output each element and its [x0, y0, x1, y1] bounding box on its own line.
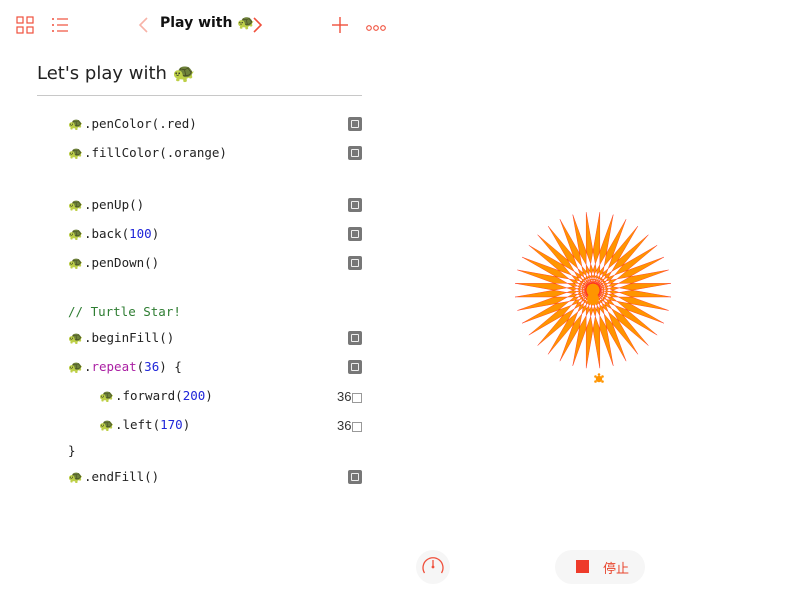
code-line-pencolor[interactable]: 🐢.penColor(.red): [68, 114, 197, 134]
stop-label: 停止: [603, 562, 630, 577]
speedometer-icon: [422, 557, 444, 574]
inline-result-button[interactable]: [348, 146, 362, 160]
code-text: .penDown(): [83, 255, 160, 270]
code-comment[interactable]: // Turtle Star!: [68, 302, 181, 322]
execution-count-value: 36: [337, 418, 352, 433]
code-line-repeat[interactable]: 🐢.repeat(36) {: [68, 357, 182, 377]
list-icon: [352, 392, 363, 403]
code-line-forward[interactable]: 🐢.forward(200): [99, 386, 213, 406]
live-view-canvas: [400, 100, 800, 520]
code-line-penup[interactable]: 🐢.penUp(): [68, 195, 144, 215]
stop-button[interactable]: 停止: [555, 550, 645, 584]
code-text: .forward(: [114, 388, 183, 403]
code-text: ): [182, 417, 191, 432]
code-text: .left(: [114, 417, 161, 432]
code-text: .beginFill(): [83, 330, 175, 345]
code-line-close-brace[interactable]: }: [68, 441, 76, 461]
inline-result-button[interactable]: [348, 360, 362, 374]
inline-result-button[interactable]: [348, 117, 362, 131]
turtle-icon: 🐢: [68, 146, 83, 160]
code-keyword: repeat: [91, 359, 137, 374]
inline-result-button[interactable]: [348, 331, 362, 345]
speed-button[interactable]: [416, 550, 450, 584]
turtle-icon: 🐢: [68, 331, 83, 345]
list-icon: [352, 421, 363, 432]
code-number: 200: [182, 388, 206, 403]
turtle-icon: 🐢: [68, 198, 83, 212]
turtle-icon: 🐢: [99, 389, 114, 403]
turtle-sprite-icon: [594, 373, 604, 383]
code-line-endfill[interactable]: 🐢.endFill(): [68, 467, 159, 487]
code-line-left[interactable]: 🐢.left(170): [99, 415, 190, 435]
code-text: .penUp(): [83, 197, 145, 212]
code-line-beginfill[interactable]: 🐢.beginFill(): [68, 328, 174, 348]
stop-icon: [576, 560, 589, 573]
turtle-icon: 🐢: [68, 360, 83, 374]
code-text: .fillColor(.orange): [83, 145, 227, 160]
turtle-icon: 🐢: [68, 470, 83, 484]
code-number: 100: [129, 226, 152, 241]
code-line-back[interactable]: 🐢.back(100): [68, 224, 159, 244]
turtle-icon: 🐢: [68, 227, 83, 241]
turtle-star-drawing: [514, 212, 672, 383]
star-polygon: [514, 212, 672, 369]
code-number: 170: [160, 417, 183, 432]
inline-result-button[interactable]: [348, 198, 362, 212]
turtle-icon: 🐢: [99, 418, 114, 432]
inline-result-button[interactable]: [348, 227, 362, 241]
execution-count[interactable]: 36: [337, 389, 363, 404]
code-number: 36: [144, 359, 160, 374]
star-center: [587, 293, 599, 305]
code-text: .back(: [83, 226, 130, 241]
turtle-icon: 🐢: [68, 117, 83, 131]
code-text: ): [205, 388, 213, 403]
code-text: .penColor(.red): [83, 116, 197, 131]
inline-result-button[interactable]: [348, 256, 362, 270]
code-text: ) {: [159, 359, 182, 374]
execution-count-value: 36: [337, 389, 352, 404]
code-text: .endFill(): [83, 469, 160, 484]
code-editor: 🐢.penColor(.red) 🐢.fillColor(.orange) 🐢.…: [0, 0, 380, 600]
execution-count[interactable]: 36: [337, 418, 363, 433]
code-line-pendown[interactable]: 🐢.penDown(): [68, 253, 159, 273]
code-text: ): [151, 226, 160, 241]
inline-result-button[interactable]: [348, 470, 362, 484]
turtle-icon: 🐢: [68, 256, 83, 270]
code-line-fillcolor[interactable]: 🐢.fillColor(.orange): [68, 143, 227, 163]
